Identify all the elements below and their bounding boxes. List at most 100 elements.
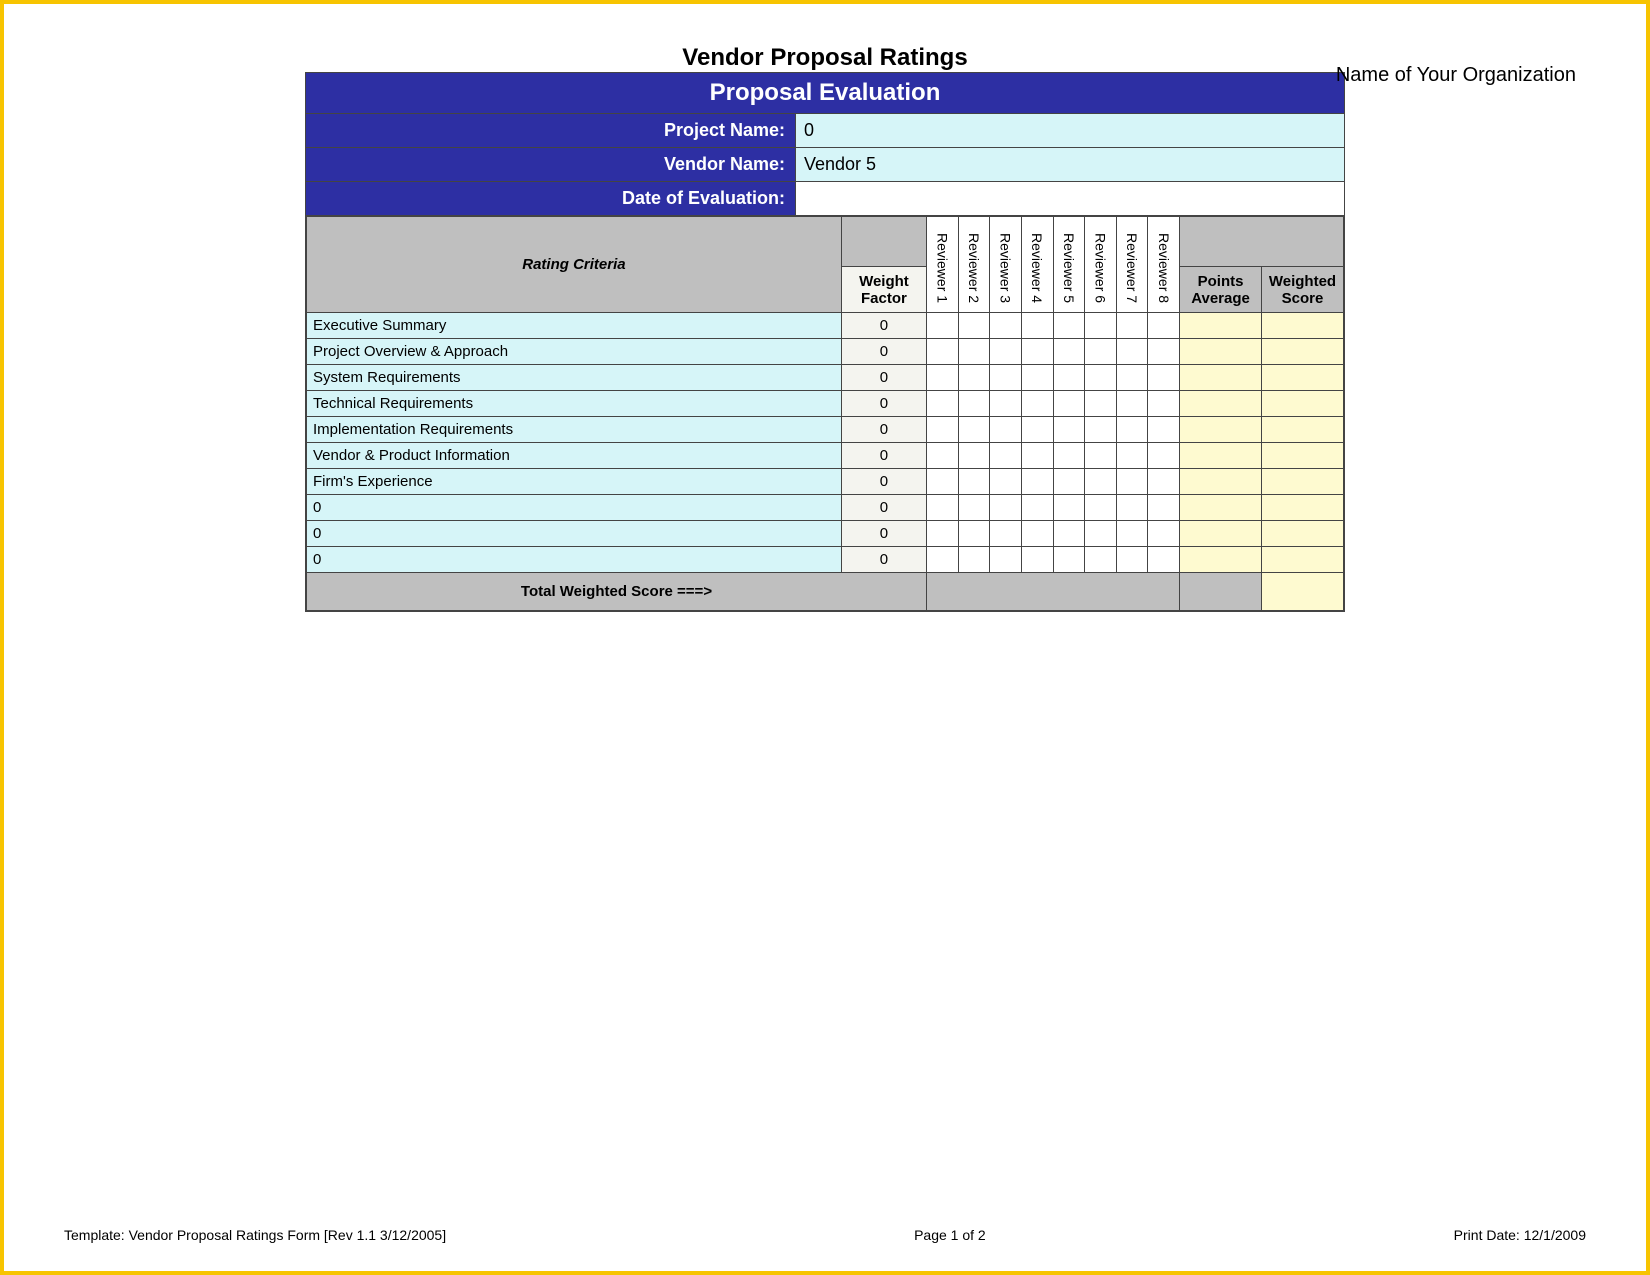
- reviewer-cell[interactable]: [958, 469, 990, 495]
- reviewer-cell[interactable]: [927, 417, 959, 443]
- reviewer-cell[interactable]: [990, 365, 1022, 391]
- reviewer-cell[interactable]: [1085, 443, 1117, 469]
- weight-cell[interactable]: 0: [841, 443, 926, 469]
- reviewer-cell[interactable]: [1085, 495, 1117, 521]
- reviewer-cell[interactable]: [1116, 547, 1148, 573]
- reviewer-cell[interactable]: [1085, 547, 1117, 573]
- weight-cell[interactable]: 0: [841, 417, 926, 443]
- reviewer-cell[interactable]: [1021, 339, 1053, 365]
- reviewer-cell[interactable]: [958, 443, 990, 469]
- reviewer-cell[interactable]: [1053, 391, 1085, 417]
- reviewer-cell[interactable]: [1021, 547, 1053, 573]
- reviewer-cell[interactable]: [1085, 469, 1117, 495]
- date-value[interactable]: [796, 182, 1344, 215]
- reviewer-cell[interactable]: [1053, 339, 1085, 365]
- reviewer-cell[interactable]: [1148, 391, 1180, 417]
- reviewer-cell[interactable]: [1021, 313, 1053, 339]
- criteria-cell[interactable]: Project Overview & Approach: [307, 339, 842, 365]
- weight-cell[interactable]: 0: [841, 521, 926, 547]
- weight-cell[interactable]: 0: [841, 365, 926, 391]
- reviewer-cell[interactable]: [1116, 521, 1148, 547]
- reviewer-cell[interactable]: [1021, 417, 1053, 443]
- reviewer-cell[interactable]: [1021, 469, 1053, 495]
- reviewer-cell[interactable]: [1116, 469, 1148, 495]
- reviewer-cell[interactable]: [1053, 443, 1085, 469]
- reviewer-cell[interactable]: [1116, 313, 1148, 339]
- reviewer-cell[interactable]: [927, 443, 959, 469]
- reviewer-cell[interactable]: [990, 391, 1022, 417]
- reviewer-cell[interactable]: [990, 469, 1022, 495]
- weight-cell[interactable]: 0: [841, 495, 926, 521]
- reviewer-cell[interactable]: [927, 521, 959, 547]
- weight-cell[interactable]: 0: [841, 339, 926, 365]
- reviewer-cell[interactable]: [1021, 521, 1053, 547]
- reviewer-cell[interactable]: [1053, 417, 1085, 443]
- weight-cell[interactable]: 0: [841, 391, 926, 417]
- reviewer-cell[interactable]: [1021, 391, 1053, 417]
- reviewer-cell[interactable]: [1021, 443, 1053, 469]
- reviewer-cell[interactable]: [927, 469, 959, 495]
- reviewer-cell[interactable]: [1085, 339, 1117, 365]
- reviewer-cell[interactable]: [1116, 417, 1148, 443]
- reviewer-cell[interactable]: [958, 547, 990, 573]
- criteria-cell[interactable]: Vendor & Product Information: [307, 443, 842, 469]
- reviewer-cell[interactable]: [1116, 443, 1148, 469]
- reviewer-cell[interactable]: [1085, 365, 1117, 391]
- weight-cell[interactable]: 0: [841, 469, 926, 495]
- reviewer-cell[interactable]: [927, 313, 959, 339]
- reviewer-cell[interactable]: [1148, 495, 1180, 521]
- reviewer-cell[interactable]: [1148, 521, 1180, 547]
- weight-cell[interactable]: 0: [841, 547, 926, 573]
- reviewer-cell[interactable]: [1148, 443, 1180, 469]
- reviewer-cell[interactable]: [1085, 391, 1117, 417]
- reviewer-cell[interactable]: [990, 521, 1022, 547]
- reviewer-cell[interactable]: [990, 417, 1022, 443]
- reviewer-cell[interactable]: [927, 391, 959, 417]
- reviewer-cell[interactable]: [990, 313, 1022, 339]
- reviewer-cell[interactable]: [958, 365, 990, 391]
- reviewer-cell[interactable]: [927, 547, 959, 573]
- criteria-cell[interactable]: Technical Requirements: [307, 391, 842, 417]
- reviewer-cell[interactable]: [990, 495, 1022, 521]
- reviewer-cell[interactable]: [958, 313, 990, 339]
- reviewer-cell[interactable]: [1053, 495, 1085, 521]
- reviewer-cell[interactable]: [958, 521, 990, 547]
- criteria-cell[interactable]: 0: [307, 547, 842, 573]
- reviewer-cell[interactable]: [1021, 495, 1053, 521]
- reviewer-cell[interactable]: [1021, 365, 1053, 391]
- reviewer-cell[interactable]: [958, 339, 990, 365]
- reviewer-cell[interactable]: [1053, 521, 1085, 547]
- reviewer-cell[interactable]: [1053, 313, 1085, 339]
- reviewer-cell[interactable]: [1148, 417, 1180, 443]
- criteria-cell[interactable]: 0: [307, 495, 842, 521]
- reviewer-cell[interactable]: [1148, 365, 1180, 391]
- reviewer-cell[interactable]: [958, 391, 990, 417]
- reviewer-cell[interactable]: [1053, 365, 1085, 391]
- reviewer-cell[interactable]: [927, 495, 959, 521]
- reviewer-cell[interactable]: [958, 417, 990, 443]
- weight-cell[interactable]: 0: [841, 313, 926, 339]
- criteria-cell[interactable]: Executive Summary: [307, 313, 842, 339]
- reviewer-cell[interactable]: [990, 547, 1022, 573]
- reviewer-cell[interactable]: [1148, 339, 1180, 365]
- reviewer-cell[interactable]: [927, 339, 959, 365]
- criteria-cell[interactable]: Implementation Requirements: [307, 417, 842, 443]
- reviewer-cell[interactable]: [990, 339, 1022, 365]
- reviewer-cell[interactable]: [1148, 469, 1180, 495]
- reviewer-cell[interactable]: [1085, 417, 1117, 443]
- reviewer-cell[interactable]: [990, 443, 1022, 469]
- reviewer-cell[interactable]: [927, 365, 959, 391]
- criteria-cell[interactable]: System Requirements: [307, 365, 842, 391]
- reviewer-cell[interactable]: [1085, 521, 1117, 547]
- criteria-cell[interactable]: 0: [307, 521, 842, 547]
- project-name-value[interactable]: 0: [796, 114, 1344, 147]
- reviewer-cell[interactable]: [1148, 547, 1180, 573]
- reviewer-cell[interactable]: [1148, 313, 1180, 339]
- criteria-cell[interactable]: Firm's Experience: [307, 469, 842, 495]
- reviewer-cell[interactable]: [1116, 365, 1148, 391]
- reviewer-cell[interactable]: [1085, 313, 1117, 339]
- reviewer-cell[interactable]: [1116, 339, 1148, 365]
- reviewer-cell[interactable]: [1053, 469, 1085, 495]
- reviewer-cell[interactable]: [958, 495, 990, 521]
- reviewer-cell[interactable]: [1053, 547, 1085, 573]
